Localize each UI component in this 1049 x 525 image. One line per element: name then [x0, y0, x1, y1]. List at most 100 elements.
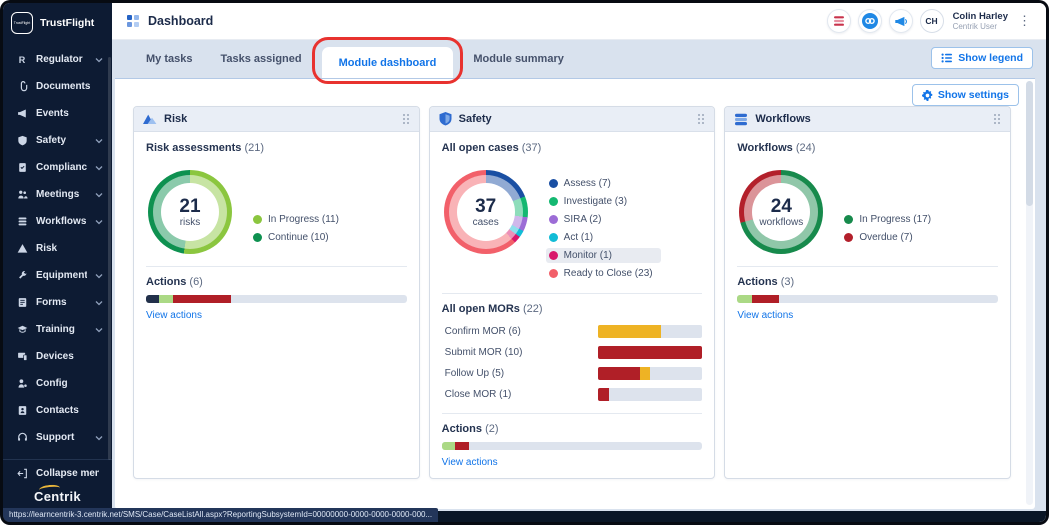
workflows-card-header[interactable]: Workflows: [725, 107, 1010, 132]
sidebar-item-label: Risk: [36, 243, 58, 254]
announcements-button[interactable]: [888, 9, 913, 33]
sidebar-item-workflows[interactable]: Workflows: [3, 208, 112, 235]
share-link-button[interactable]: [857, 9, 882, 33]
risk-view-actions-link[interactable]: View actions: [146, 310, 407, 321]
risk-donut-chart[interactable]: 21 risks: [148, 170, 232, 254]
tab-bar: My tasks Tasks assigned Module dashboard…: [112, 37, 1046, 84]
collapse-menu-label: Collapse menu: [36, 467, 99, 479]
safety-card-title: Safety: [458, 113, 492, 125]
legend-item[interactable]: In Progress (11): [250, 212, 347, 227]
content-scrollbar[interactable]: [1026, 81, 1033, 505]
kebab-menu-icon[interactable]: ⋮: [1015, 13, 1034, 29]
risk-card-header[interactable]: Risk: [134, 107, 419, 132]
risk-donut-label: risks: [179, 216, 201, 228]
warning-triangle-icon: [16, 243, 28, 254]
legend-item[interactable]: Overdue (7): [841, 230, 939, 245]
mor-row[interactable]: Follow Up (5): [442, 367, 703, 380]
safety-card-header[interactable]: Safety: [429, 107, 715, 132]
workflows-view-actions-link[interactable]: View actions: [737, 310, 998, 321]
legend-dot: [253, 233, 262, 242]
scrollbar-thumb[interactable]: [1026, 81, 1033, 206]
workflows-section-heading: Workflows (24): [737, 142, 816, 154]
document-check-icon: [16, 162, 28, 173]
drag-handle-icon[interactable]: [697, 113, 705, 125]
drag-handle-icon[interactable]: [402, 113, 410, 125]
page-title: Dashboard: [148, 14, 214, 28]
legend-item-highlighted[interactable]: Monitor (1): [545, 248, 661, 263]
mor-label: Confirm MOR (6): [444, 326, 521, 337]
sidebar-item-compliance[interactable]: Compliance: [3, 154, 112, 181]
legend-icon: [941, 53, 953, 63]
contacts-book-icon: [16, 405, 28, 416]
legend-item[interactable]: Continue (10): [250, 230, 347, 245]
tab-module-summary[interactable]: Module summary: [459, 40, 577, 78]
legend-item[interactable]: In Progress (17): [841, 212, 939, 227]
sidebar-item-label: Compliance: [36, 162, 87, 173]
user-info[interactable]: Colin Harley Centrik User: [953, 11, 1008, 32]
brand-name: TrustFlight: [40, 17, 95, 29]
workflows-donut-chart[interactable]: 24 workflows: [739, 170, 824, 254]
sidebar-item-contacts[interactable]: Contacts: [3, 397, 112, 424]
divider: [441, 413, 703, 414]
sidebar-item-label: Documents: [36, 81, 91, 92]
sidebar-item-label: Equipment: [36, 270, 87, 281]
mor-row[interactable]: Submit MOR (10): [442, 346, 703, 359]
show-legend-button[interactable]: Show legend: [931, 47, 1033, 69]
sidebar-item-support[interactable]: Support: [3, 424, 112, 451]
app-window: TrustFlight TrustFlight R Regulator Docu…: [3, 3, 1046, 522]
legend-dot: [548, 197, 558, 206]
mor-row[interactable]: Confirm MOR (6): [442, 325, 703, 338]
dashboard-icon: [127, 15, 139, 27]
sidebar-item-safety[interactable]: Safety: [3, 127, 112, 154]
drag-handle-icon[interactable]: [993, 113, 1001, 125]
activity-icon: [833, 16, 844, 26]
stack-icon: [16, 216, 28, 227]
sidebar-item-config[interactable]: Config: [3, 370, 112, 397]
risk-legend: In Progress (11) Continue (10): [250, 212, 347, 254]
workflows-card: Workflows Workflows (24) 24 workflows In…: [724, 106, 1011, 479]
mor-label: Submit MOR (10): [444, 347, 523, 358]
tab-module-dashboard[interactable]: Module dashboard: [321, 47, 454, 78]
sidebar-item-events[interactable]: Events: [3, 100, 112, 127]
safety-donut-chart[interactable]: 37 cases: [443, 170, 528, 254]
legend-item[interactable]: Investigate (3): [546, 194, 661, 209]
collapse-menu-button[interactable]: Collapse menu: [3, 459, 112, 486]
user-name: Colin Harley: [952, 10, 1008, 22]
sidebar-item-risk[interactable]: Risk: [3, 235, 112, 262]
risk-card: Risk Risk assessments (21) 21 risks In P…: [133, 106, 420, 479]
legend-item[interactable]: Act (1): [546, 230, 661, 245]
user-gear-icon: [16, 378, 28, 389]
legend-dot: [548, 251, 558, 260]
legend-dot: [253, 215, 262, 224]
app-header: Dashboard CH Colin Harley Centrik User ⋮: [112, 3, 1046, 40]
sidebar-scrollbar[interactable]: [108, 57, 111, 460]
headset-icon: [16, 432, 28, 443]
safety-view-actions-link[interactable]: View actions: [442, 457, 703, 468]
activity-feed-button[interactable]: [826, 9, 851, 33]
risk-actions-heading: Actions (6): [146, 276, 203, 288]
legend-item[interactable]: Ready to Close (23): [546, 266, 661, 281]
sidebar-item-meetings[interactable]: Meetings: [3, 181, 112, 208]
mor-row[interactable]: Close MOR (1): [442, 388, 703, 401]
safety-section-heading: All open cases (37): [441, 142, 542, 154]
tab-tasks-assigned[interactable]: Tasks assigned: [206, 40, 315, 78]
sidebar-item-forms[interactable]: Forms: [3, 289, 112, 316]
screenshot-frame: TrustFlight TrustFlight R Regulator Docu…: [0, 0, 1049, 525]
show-settings-button[interactable]: Show settings: [911, 84, 1019, 106]
sidebar-item-documents[interactable]: Documents: [3, 73, 112, 100]
legend-item[interactable]: Assess (7): [546, 176, 661, 191]
megaphone-icon: [895, 16, 907, 26]
sidebar-item-equipment[interactable]: Equipment: [3, 262, 112, 289]
main-area: Dashboard CH Colin Harley Centrik User ⋮…: [112, 3, 1046, 522]
regulator-letter-icon: R: [18, 54, 26, 65]
tab-my-tasks[interactable]: My tasks: [132, 40, 206, 78]
workflows-actions-heading: Actions (3): [737, 276, 795, 288]
workflows-donut-label: workflows: [759, 216, 804, 228]
user-avatar[interactable]: CH: [919, 9, 944, 33]
sidebar-item-training[interactable]: Training: [3, 316, 112, 343]
legend-item[interactable]: SIRA (2): [546, 212, 661, 227]
chevron-down-icon: [95, 300, 103, 305]
collapse-arrow-icon: [16, 468, 28, 479]
sidebar-item-regulator[interactable]: R Regulator: [3, 46, 112, 73]
sidebar-item-devices[interactable]: Devices: [3, 343, 112, 370]
